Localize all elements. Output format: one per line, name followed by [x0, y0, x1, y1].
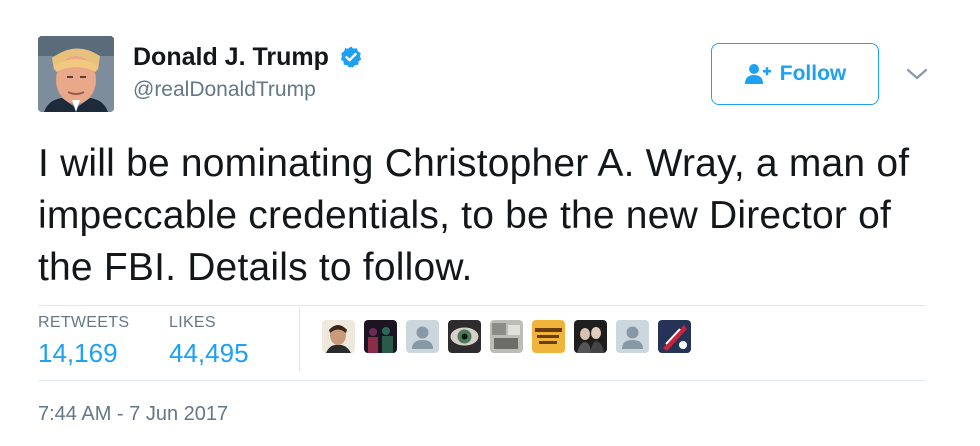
liker-avatar[interactable]: [532, 320, 565, 353]
divider: [38, 305, 926, 306]
retweets-count: 14,169: [38, 338, 118, 368]
tweet-text: I will be nominating Christopher A. Wray…: [38, 142, 910, 289]
avatar-photo: [38, 36, 114, 112]
retweets-label: RETWEETS: [38, 314, 130, 331]
add-user-icon: [744, 64, 771, 84]
verified-badge-icon: [341, 46, 362, 68]
likes-count: 44,495: [169, 338, 249, 368]
follow-label: Follow: [779, 62, 847, 85]
user-names: Donald J. Trump @realDonaldTrump: [133, 42, 363, 102]
stats-separator: [299, 307, 300, 373]
tweet-header: Donald J. Trump @realDonaldTrump Follow: [38, 36, 938, 116]
chevron-down-icon[interactable]: [905, 66, 929, 82]
liker-avatar[interactable]: [658, 320, 691, 353]
liker-avatar[interactable]: [574, 320, 607, 353]
likes-stat[interactable]: LIKES 44,495: [169, 314, 249, 369]
liker-avatar[interactable]: [490, 320, 523, 353]
tweet-stats: RETWEETS 14,169 LIKES 44,495: [38, 307, 926, 380]
liker-avatar[interactable]: [448, 320, 481, 353]
tweet-timestamp[interactable]: 7:44 AM - 7 Jun 2017: [38, 403, 228, 426]
default-avatar-icon[interactable]: [616, 320, 649, 353]
retweets-stat[interactable]: RETWEETS 14,169: [38, 314, 129, 369]
avatar[interactable]: [38, 36, 114, 112]
liker-avatars: [322, 320, 691, 353]
user-handle[interactable]: @realDonaldTrump: [133, 78, 363, 102]
liker-avatar[interactable]: [364, 320, 397, 353]
divider: [38, 380, 926, 381]
likes-label: LIKES: [169, 314, 216, 331]
default-avatar-icon[interactable]: [406, 320, 439, 353]
follow-button[interactable]: Follow: [711, 43, 879, 105]
liker-avatar[interactable]: [322, 320, 355, 353]
display-name[interactable]: Donald J. Trump: [133, 42, 329, 72]
